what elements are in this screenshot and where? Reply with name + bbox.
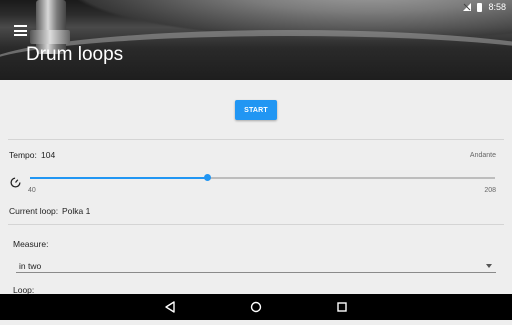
tempo-gauge-icon: [10, 177, 21, 188]
measure-selected: in two: [19, 261, 42, 271]
divider: [8, 139, 504, 140]
status-bar: 8:58: [463, 0, 512, 14]
tempo-marking: Andante: [469, 152, 496, 159]
home-icon[interactable]: [241, 294, 271, 320]
main-content: START Tempo: 104 Andante 40 208 Current …: [0, 80, 512, 295]
tempo-slider-fill: [30, 177, 208, 179]
tempo-min-label: 40: [28, 187, 36, 194]
tempo-slider-thumb[interactable]: [203, 174, 211, 181]
measure-dropdown[interactable]: in two: [16, 258, 496, 273]
recents-icon[interactable]: [327, 294, 357, 320]
current-loop-value: Polka 1: [62, 206, 91, 216]
page-title: Drum loops: [26, 44, 124, 65]
tempo-slider[interactable]: [30, 174, 495, 181]
navigation-bar: [0, 294, 512, 320]
app-header: 8:58 Drum loops: [0, 0, 512, 80]
header-drum-bolt-nut: [30, 30, 70, 44]
divider: [8, 224, 504, 225]
tempo-value: 104: [41, 150, 56, 160]
current-loop-label: Current loop:: [9, 206, 59, 216]
battery-icon: [477, 2, 483, 12]
tempo-label: Tempo:: [9, 150, 37, 160]
tempo-max-label: 208: [484, 187, 496, 194]
hamburger-icon[interactable]: [14, 25, 27, 36]
start-button[interactable]: START: [235, 100, 277, 120]
measure-label: Measure:: [13, 239, 49, 249]
status-time: 8:58: [488, 2, 506, 12]
chevron-down-icon: [486, 264, 492, 268]
no-sim-icon: [463, 3, 472, 11]
back-icon[interactable]: [155, 294, 185, 320]
